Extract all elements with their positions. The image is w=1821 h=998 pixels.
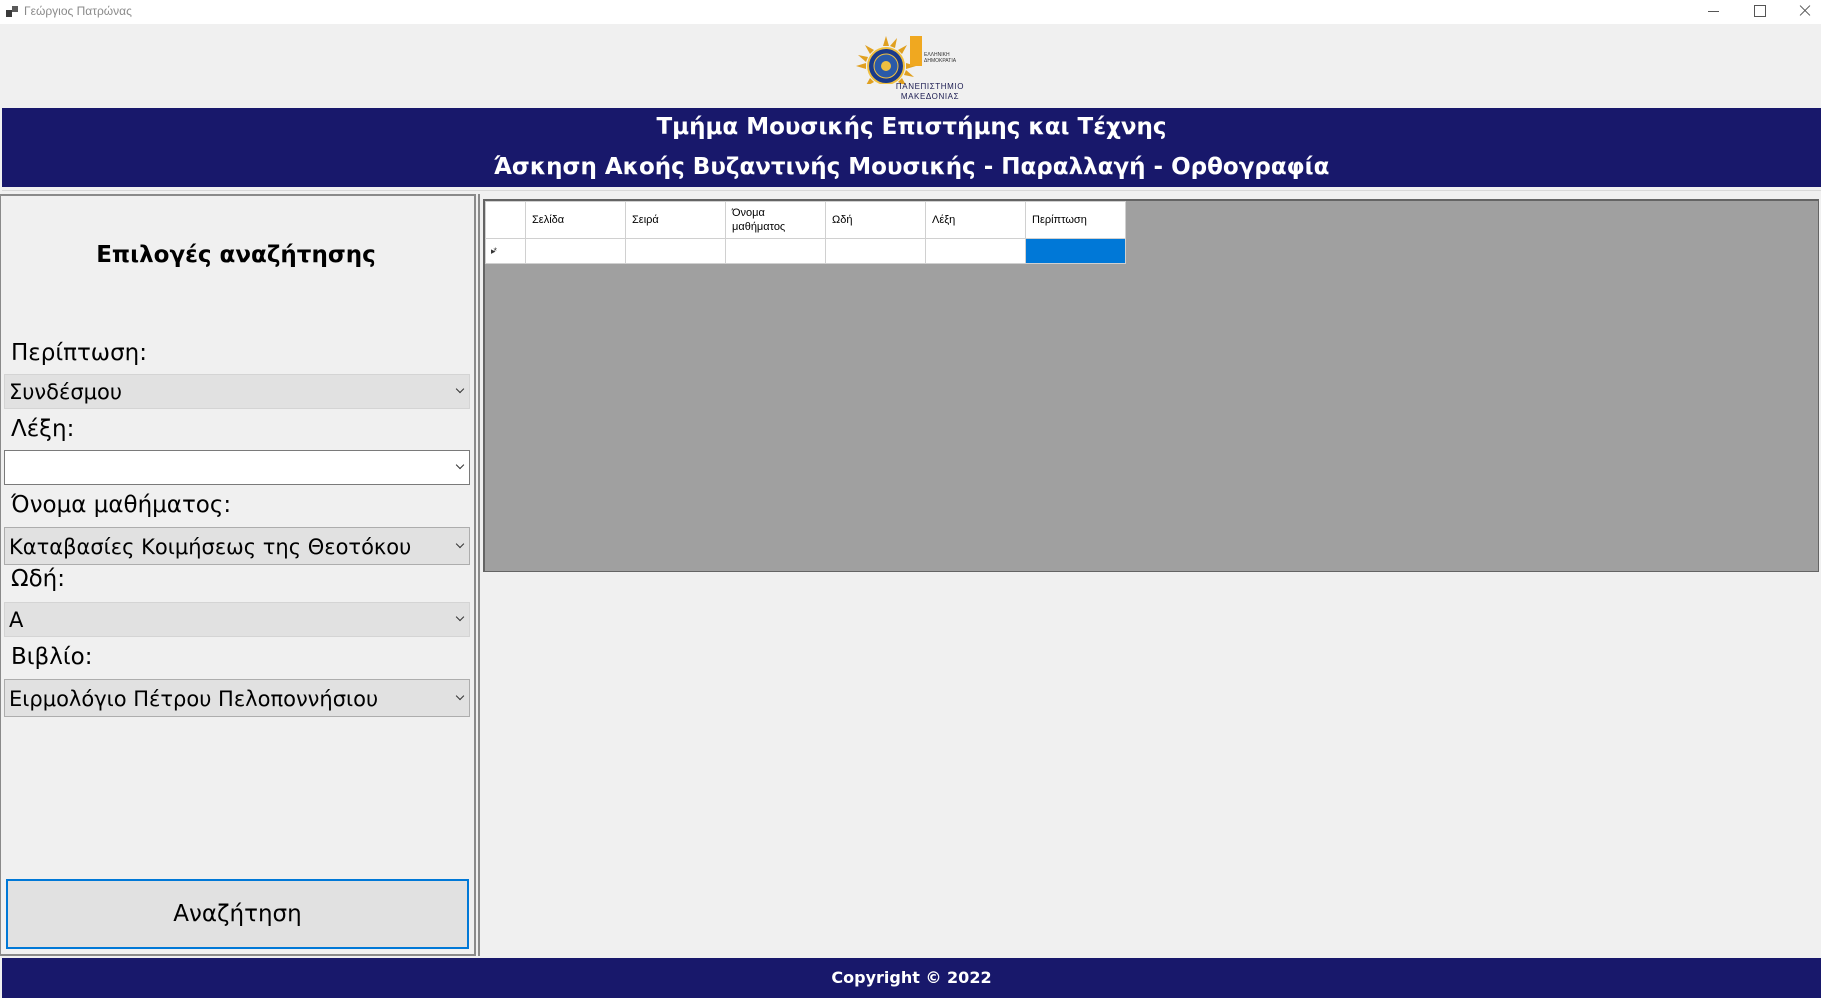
table-cell[interactable] [925, 238, 1026, 264]
row-header-corner[interactable] [485, 201, 526, 239]
search-options-panel: Επιλογές αναζήτησης Περίπτωση: Συνδέσμου… [0, 194, 476, 956]
table-cell[interactable] [525, 238, 626, 264]
table-cell[interactable] [825, 238, 926, 264]
app-icon [6, 6, 18, 17]
exercise-title: Άσκηση Ακοής Βυζαντινής Μουσικής - Παραλ… [493, 154, 1330, 180]
column-header-case[interactable]: Περίπτωση [1025, 201, 1126, 239]
chevron-down-icon [455, 540, 465, 550]
header-banner: Τμήμα Μουσικής Επιστήμης και Τέχνης Άσκη… [2, 108, 1821, 187]
department-title: Τμήμα Μουσικής Επιστήμης και Τέχνης [656, 114, 1167, 140]
minimize-icon[interactable] [1690, 0, 1736, 24]
table-cell-selected[interactable] [1025, 238, 1126, 264]
book-dropdown-value: Ειρμολόγιο Πέτρου Πελοποννήσιου [9, 687, 379, 711]
case-dropdown-value: Συνδέσμου [9, 380, 123, 404]
table-row-new: ▸* [485, 238, 1126, 264]
column-header-word[interactable]: Λέξη [925, 201, 1026, 239]
ode-dropdown-value: Α [9, 608, 24, 632]
table-cell[interactable] [625, 238, 726, 264]
maximize-icon[interactable] [1736, 0, 1782, 24]
book-label: Βιβλίο: [11, 644, 93, 670]
close-icon[interactable] [1782, 0, 1821, 24]
search-button[interactable]: Αναζήτηση [6, 879, 469, 949]
lesson-dropdown-value: Καταβασίες Κοιμήσεως της Θεοτόκου [9, 535, 412, 559]
ode-dropdown[interactable]: Α [4, 602, 470, 637]
book-dropdown[interactable]: Ειρμολόγιο Πέτρου Πελοποννήσιου [4, 679, 470, 717]
chevron-down-icon [455, 692, 465, 702]
table-header-row: Σελίδα Σειρά Όνομα μαθήματος Ωδή Λέξη Πε… [485, 201, 1126, 239]
chevron-down-icon [455, 385, 465, 395]
lesson-dropdown[interactable]: Καταβασίες Κοιμήσεως της Θεοτόκου [4, 527, 470, 565]
window-titlebar: Γεώργιος Πατρώνας [0, 0, 1821, 24]
results-grid[interactable]: Σελίδα Σειρά Όνομα μαθήματος Ωδή Λέξη Πε… [483, 199, 1819, 572]
logo-line-2: ΜΑΚΕΔΟΝΙΑΣ [900, 92, 960, 101]
panel-separator [478, 194, 480, 956]
divider [2, 190, 1821, 191]
panel-title: Επιλογές αναζήτησης [96, 242, 376, 268]
chevron-down-icon [455, 613, 465, 623]
column-header-lesson[interactable]: Όνομα μαθήματος [725, 201, 826, 239]
word-dropdown[interactable] [4, 450, 470, 485]
footer: Copyright © 2022 [2, 958, 1821, 998]
column-header-row[interactable]: Σειρά [625, 201, 726, 239]
logo-line-1: ΠΑΝΕΠΙΣΤΗΜΙΟ [895, 82, 965, 91]
table-cell[interactable] [725, 238, 826, 264]
case-label: Περίπτωση: [11, 340, 147, 366]
chevron-down-icon [455, 461, 465, 471]
university-logo: ΕΛΛΗΝΙΚΗ ΔΗΜΟΚΡΑΤΙΑ ΠΑΝΕΠΙΣΤΗΜΙΟ ΜΑΚΕΔΟΝ… [856, 34, 968, 104]
window-title: Γεώργιος Πατρώνας [24, 4, 132, 18]
word-label: Λέξη: [11, 416, 75, 442]
svg-text:ΔΗΜΟΚΡΑΤΙΑ: ΔΗΜΟΚΡΑΤΙΑ [924, 58, 957, 64]
logo-text: ΠΑΝΕΠΙΣΤΗΜΙΟ ΜΑΚΕΔΟΝΙΑΣ [856, 82, 968, 102]
lesson-label: Όνομα μαθήματος: [11, 492, 232, 518]
new-row-icon: ▸* [491, 246, 497, 256]
ode-label: Ωδή: [11, 566, 65, 592]
case-dropdown[interactable]: Συνδέσμου [4, 374, 470, 409]
column-header-page[interactable]: Σελίδα [525, 201, 626, 239]
column-header-ode[interactable]: Ωδή [825, 201, 926, 239]
university-seal-icon: ΕΛΛΗΝΙΚΗ ΔΗΜΟΚΡΑΤΙΑ [856, 36, 957, 96]
results-table: Σελίδα Σειρά Όνομα μαθήματος Ωδή Λέξη Πε… [485, 201, 1126, 264]
row-header-new[interactable]: ▸* [485, 238, 526, 264]
